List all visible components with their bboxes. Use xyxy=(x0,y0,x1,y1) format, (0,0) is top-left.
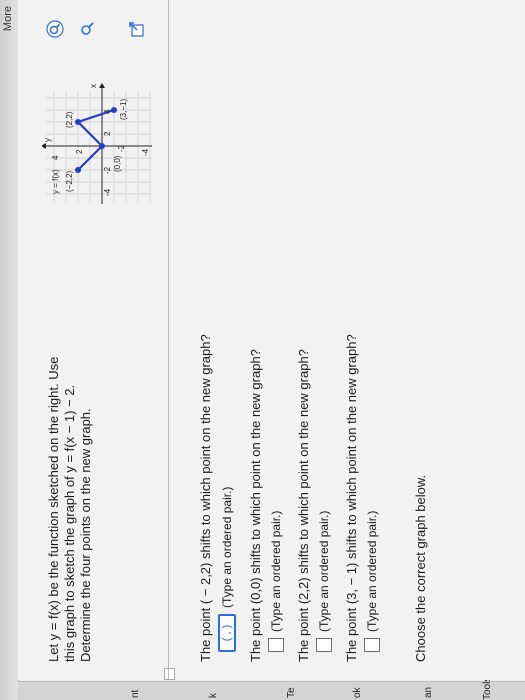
answer-hint: (Type an ordered pair.) xyxy=(269,510,283,632)
y-tick-label: -4 xyxy=(141,148,150,156)
left-sidebar: nt k Te ok an Tools xyxy=(18,677,525,700)
question-content: Let y = f(x) be the function sketched on… xyxy=(18,0,525,680)
sidebar-item-tools[interactable]: Tools xyxy=(482,677,493,700)
answer-hint: (Type an ordered pair.) xyxy=(220,486,234,608)
part-3: The point (2,2) shifts to which point on… xyxy=(296,22,332,662)
point-label: (3,−1) xyxy=(119,99,128,120)
graph-svg: y x y = f(x) 4 (−2,2) 2 (2,2) -4 -2 (0,0… xyxy=(41,83,152,204)
part-prompt: The point ( − 2,2) shifts to which point… xyxy=(198,334,213,662)
y-axis-label: y xyxy=(43,138,52,142)
point-label: (−2,2) xyxy=(65,171,74,192)
question-text: Let y = f(x) be the function sketched on… xyxy=(46,242,94,662)
zoom-in-icon[interactable] xyxy=(46,20,64,38)
ordered-pair-input[interactable] xyxy=(268,638,284,652)
function-line xyxy=(75,108,115,171)
function-graph: y x y = f(x) 4 (−2,2) 2 (2,2) -4 -2 (0,0… xyxy=(41,10,152,210)
sidebar-item[interactable]: an xyxy=(423,687,434,698)
answer-hint: (Type an ordered pair.) xyxy=(317,510,331,632)
rotated-page: More nt k Te ok an Tools Let y = f(x) be… xyxy=(0,0,525,700)
part-prompt: The point (3, − 1) shifts to which point… xyxy=(344,334,359,662)
x-axis-label: x xyxy=(89,84,98,88)
ordered-pair-input[interactable] xyxy=(316,638,332,652)
answer-row: ( , ) (Type an ordered pair.) xyxy=(218,22,236,652)
sidebar-item[interactable]: k xyxy=(208,693,219,698)
browser-topbar: More xyxy=(0,0,19,700)
popout-icon[interactable] xyxy=(128,20,146,38)
choose-graph-instruction: Choose the correct graph below. xyxy=(413,474,428,662)
section-divider xyxy=(168,0,169,680)
sidebar-item[interactable]: Te xyxy=(286,687,297,698)
point-label: (2,2) xyxy=(65,111,74,128)
point-marker xyxy=(75,167,81,173)
question-line: this graph to sketch the graph of y = f(… xyxy=(62,384,77,662)
x-tick-label: -4 xyxy=(103,188,112,196)
point-marker xyxy=(75,119,81,125)
ordered-pair-input[interactable]: ( , ) xyxy=(218,614,236,652)
sidebar-item[interactable]: ok xyxy=(352,687,363,698)
ordered-pair-input[interactable] xyxy=(364,638,380,652)
answer-row: (Type an ordered pair.) xyxy=(316,22,332,652)
function-label: y = f(x) xyxy=(51,169,60,194)
question-line: Determine the four points on the new gra… xyxy=(78,408,93,662)
part-1: The point ( − 2,2) shifts to which point… xyxy=(198,22,236,662)
zoom-out-icon[interactable] xyxy=(78,20,96,38)
sidebar-item[interactable]: nt xyxy=(130,690,141,698)
y-tick-label: 4 xyxy=(51,155,60,160)
more-menu[interactable]: More xyxy=(2,6,14,31)
part-4: The point (3, − 1) shifts to which point… xyxy=(344,22,380,662)
y-tick-label: 2 xyxy=(75,149,84,154)
divider-handle[interactable] xyxy=(164,668,175,680)
answer-row: (Type an ordered pair.) xyxy=(364,22,380,652)
x-tick-label: 4 xyxy=(103,109,112,114)
point-marker xyxy=(99,143,105,149)
answer-parts: The point ( − 2,2) shifts to which point… xyxy=(198,22,392,662)
part-prompt: The point (2,2) shifts to which point on… xyxy=(296,349,311,662)
point-label: (0,0) xyxy=(113,155,122,172)
part-2: The point (0,0) shifts to which point on… xyxy=(248,22,284,662)
x-tick-label: 2 xyxy=(103,131,112,136)
answer-hint: (Type an ordered pair.) xyxy=(365,510,379,632)
y-tick-label: -2 xyxy=(117,144,126,152)
question-line: Let y = f(x) be the function sketched on… xyxy=(46,356,61,662)
part-prompt: The point (0,0) shifts to which point on… xyxy=(248,349,263,662)
x-tick-label: -2 xyxy=(103,166,112,174)
answer-row: (Type an ordered pair.) xyxy=(268,22,284,652)
